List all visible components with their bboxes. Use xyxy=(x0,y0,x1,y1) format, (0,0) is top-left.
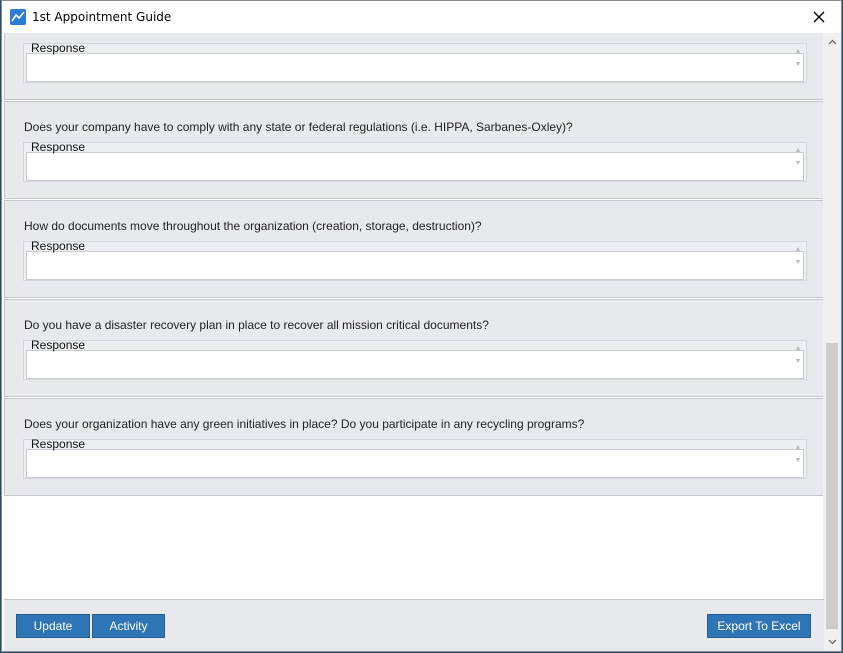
question-text: Does your organization have any green in… xyxy=(24,417,585,431)
response-scroll-arrows[interactable]: ▲ ▼ xyxy=(791,441,805,467)
dialog-window: 1st Appointment Guide ▲ ▼ Response Does y… xyxy=(1,0,842,652)
question-panel: Do you have a disaster recovery plan in … xyxy=(4,299,824,397)
question-text: Does your company have to comply with an… xyxy=(24,120,573,134)
question-panel: ▲ ▼ Response xyxy=(4,33,824,100)
response-group: ▲ ▼ Response xyxy=(23,239,807,281)
response-group: ▲ ▼ Response xyxy=(23,437,807,479)
scroll-up-icon[interactable] xyxy=(823,35,841,49)
response-group: ▲ ▼ Response xyxy=(23,338,807,380)
update-button[interactable]: Update xyxy=(16,614,90,638)
response-group: ▲ ▼ Response xyxy=(23,41,807,83)
questions-list: ▲ ▼ Response Does your company have to co… xyxy=(4,33,824,497)
response-scroll-arrows[interactable]: ▲ ▼ xyxy=(791,144,805,170)
response-scroll-arrows[interactable]: ▲ ▼ xyxy=(791,243,805,269)
response-scroll-arrows[interactable]: ▲ ▼ xyxy=(791,342,805,368)
title-bar: 1st Appointment Guide xyxy=(2,1,841,33)
response-group: ▲ ▼ Response xyxy=(23,140,807,182)
response-input[interactable] xyxy=(26,251,804,280)
vertical-scrollbar[interactable] xyxy=(823,33,841,651)
footer-bar: Update Activity Export To Excel xyxy=(4,599,824,651)
response-label: Response xyxy=(31,239,86,253)
response-input[interactable] xyxy=(26,350,804,379)
response-label: Response xyxy=(31,437,86,451)
response-label: Response xyxy=(31,41,86,55)
export-to-excel-button[interactable]: Export To Excel xyxy=(707,614,811,638)
response-input[interactable] xyxy=(26,53,804,82)
response-input[interactable] xyxy=(26,152,804,181)
app-icon xyxy=(10,9,26,25)
activity-button[interactable]: Activity xyxy=(92,614,165,638)
question-panel: How do documents move throughout the org… xyxy=(4,200,824,298)
question-text: Do you have a disaster recovery plan in … xyxy=(24,318,489,332)
scrollbar-thumb[interactable] xyxy=(826,343,838,629)
response-input[interactable] xyxy=(26,449,804,478)
question-panel: Does your organization have any green in… xyxy=(4,398,824,496)
close-icon[interactable] xyxy=(797,1,841,33)
response-scroll-arrows[interactable]: ▲ ▼ xyxy=(791,45,805,71)
questions-scroll-area[interactable]: ▲ ▼ Response Does your company have to co… xyxy=(2,33,824,651)
scroll-down-icon[interactable] xyxy=(823,635,841,649)
response-label: Response xyxy=(31,338,86,352)
response-label: Response xyxy=(31,140,86,154)
question-text: How do documents move throughout the org… xyxy=(24,219,482,233)
window-title: 1st Appointment Guide xyxy=(32,10,172,24)
question-panel: Does your company have to comply with an… xyxy=(4,101,824,199)
